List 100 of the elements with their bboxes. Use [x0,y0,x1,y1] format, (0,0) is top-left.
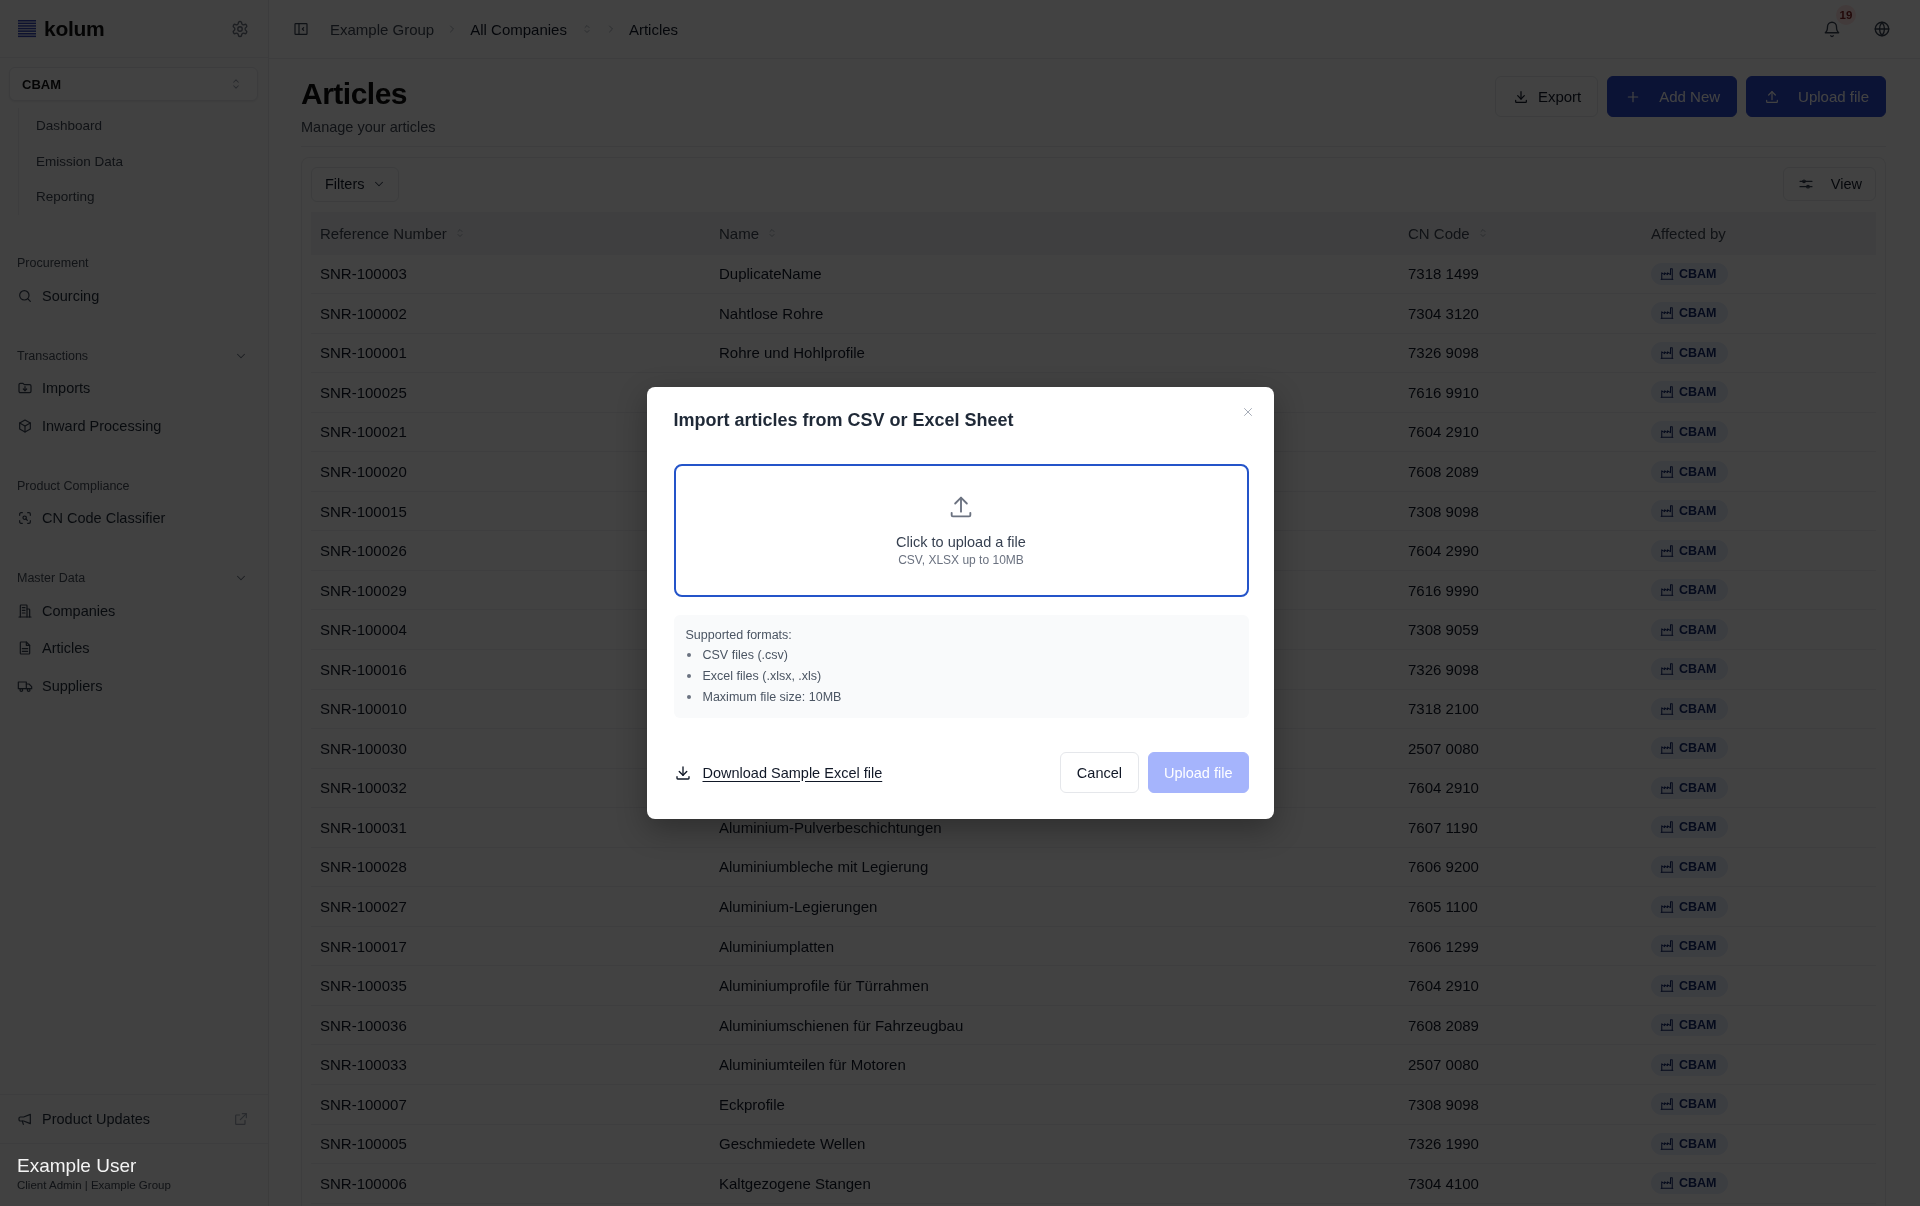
bullet-icon [686,652,691,657]
package-icon [17,417,33,434]
factory-icon [1660,859,1674,874]
table-cell: SNR-100032 [320,779,407,797]
factory-icon [1660,345,1674,360]
factory-icon [1660,820,1674,835]
table-cell: 7326 1990 [1408,1135,1479,1153]
cancel-button[interactable]: Cancel [1059,752,1139,793]
nav-item[interactable]: Imports [17,369,248,407]
table-cell: SNR-100010 [320,700,407,718]
table-cell: 7604 2910 [1408,423,1479,441]
table-cell: DuplicateName [719,265,822,283]
format-item: Maximum file size: 10MB [702,689,842,704]
filters-button[interactable]: Filters [311,166,400,202]
download-link[interactable]: Download Sample Excel file [673,763,883,782]
page-title: Articles [301,76,409,112]
factory-icon [1660,1097,1674,1112]
table-cell: Aluminiumprofile für Türrahmen [719,977,929,995]
factory-icon [1660,939,1674,954]
table-cell: SNR-100017 [320,937,407,955]
sidebar-toggle-icon[interactable] [293,21,309,37]
table-cell: 7308 9098 [1408,502,1479,520]
table-cell: SNR-100030 [320,739,407,757]
table-cell: 7616 9910 [1408,383,1479,401]
nav-item[interactable]: Sourcing [17,277,248,315]
table-cell: 7318 1499 [1408,265,1479,283]
factory-icon [1660,899,1674,914]
table-cell: Aluminiumteilen für Motoren [719,1056,906,1074]
factory-icon [1660,583,1674,598]
export-button[interactable]: Export [1494,76,1599,117]
bell-icon[interactable] [1823,20,1841,38]
dropzone-label: Click to upload a file [896,533,1026,552]
nav-item[interactable]: CN Code Classifier [17,499,248,537]
view-button[interactable]: View [1782,167,1876,201]
table-cell: SNR-100021 [320,423,407,441]
nav-item[interactable]: Suppliers [17,667,248,705]
table-cell: Aluminiumschienen für Fahrzeugbau [719,1016,964,1034]
factory-icon [1660,741,1674,756]
close-icon[interactable] [1241,406,1254,418]
factory-icon [1660,504,1674,519]
upload-dropzone[interactable]: Click to upload a file CSV, XLSX up to 10MB [673,464,1249,597]
nav-item[interactable]: Articles [17,629,248,667]
factory-icon [1660,1136,1674,1151]
nav-item[interactable]: Inward Processing [17,407,248,445]
factory-icon [1660,306,1674,321]
table-cell: SNR-100029 [320,581,407,599]
factory-icon [1660,266,1674,281]
table-cell: 7606 1299 [1408,937,1479,955]
table-cell: 7605 1100 [1408,898,1478,915]
table-cell: 7318 2100 [1408,700,1479,718]
table-cell: 7616 9990 [1408,581,1479,599]
settings-icon[interactable] [231,19,249,38]
table-cell: 7604 2910 [1408,779,1479,797]
bullet-icon [686,673,691,678]
table-cell: SNR-100007 [320,1095,407,1113]
table-cell: Aluminiumbleche mit Legierung [719,858,929,876]
breadcrumb-link[interactable]: All Companies [470,20,567,38]
nav-item[interactable]: Companies [17,592,248,630]
product-updates-link[interactable]: Product Updates [17,1104,249,1134]
format-item: Excel files (.xlsx, .xls) [702,668,822,683]
factory-icon [1660,385,1674,400]
table-cell: SNR-100002 [320,304,407,322]
table-cell: SNR-100027 [320,898,407,915]
factory-icon [1660,780,1674,795]
table-cell: SNR-100003 [320,265,407,283]
factory-icon [1660,1018,1674,1033]
table-cell: 7304 3120 [1408,304,1479,322]
factory-icon [1660,464,1674,479]
factory-icon [1660,543,1674,558]
factory-icon [1660,662,1674,677]
download-icon [1512,88,1529,105]
dialog-title: Import articles from CSV or Excel Sheet [673,409,1015,432]
search-icon [17,287,33,304]
table-cell: 2507 0080 [1408,1056,1479,1074]
table-cell: SNR-100006 [320,1174,407,1192]
logo-icon [18,19,36,38]
table-cell: SNR-100031 [320,818,407,836]
factory-icon [1660,1057,1674,1072]
table-cell: 7304 4100 [1408,1174,1479,1192]
table-cell: SNR-100004 [320,621,407,639]
table-cell: SNR-100020 [320,463,407,480]
table-cell: SNR-100001 [320,344,407,362]
table-cell: SNR-100033 [320,1056,407,1074]
table-cell: Nahtlose Rohre [719,304,824,322]
globe-icon[interactable] [1873,20,1891,38]
table-cell: 7608 2089 [1408,1016,1479,1034]
factory-icon [1660,1176,1674,1191]
table-cell: Rohre und Hohlprofile [719,344,865,362]
table-cell: 7606 9200 [1408,858,1479,876]
table-cell: 7326 9098 [1408,344,1479,362]
download-icon [673,763,692,782]
table-cell: 2507 0080 [1408,739,1479,757]
factory-icon [1660,978,1674,993]
upload-icon [1764,88,1781,105]
module-selector[interactable]: CBAM [9,67,258,101]
table-cell: 7604 2990 [1408,542,1479,560]
dropzone-hint: CSV, XLSX up to 10MB [898,552,1024,568]
megaphone-icon [17,1111,33,1127]
table-cell: Geschmiedete Wellen [719,1135,866,1153]
breadcrumb-current: Articles [628,20,679,38]
